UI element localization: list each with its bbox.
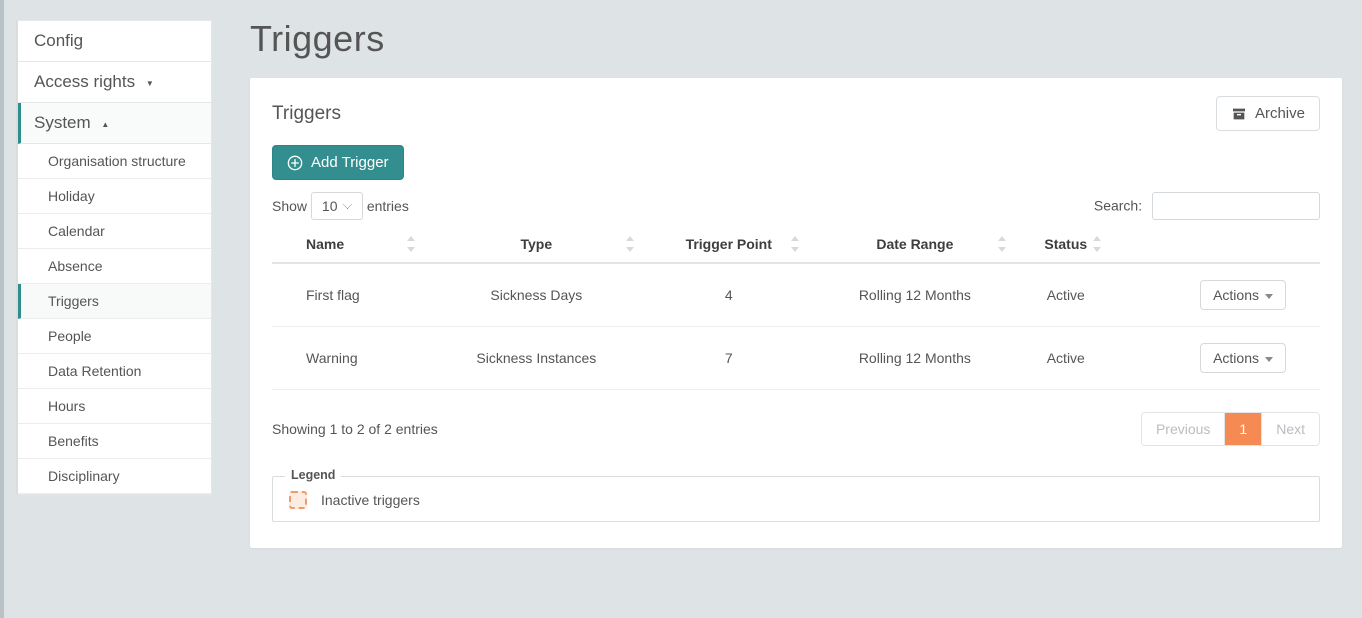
- cell-type: Sickness Days: [427, 263, 646, 327]
- chevron-down-icon: ▼: [146, 79, 154, 88]
- sidebar-label: Access rights: [34, 72, 135, 91]
- col-type[interactable]: Type: [427, 226, 646, 263]
- row-actions-button[interactable]: Actions: [1200, 343, 1286, 373]
- table-row: Warning Sickness Instances 7 Rolling 12 …: [272, 327, 1320, 390]
- table-footer: Showing 1 to 2 of 2 entries Previous 1 N…: [272, 412, 1320, 446]
- sidebar-item-config[interactable]: Config: [18, 21, 211, 62]
- sort-icon: [626, 236, 636, 252]
- cell-trigger-point: 4: [646, 263, 811, 327]
- chevron-up-icon: ▲: [101, 120, 109, 129]
- pager-next[interactable]: Next: [1261, 413, 1319, 445]
- triggers-table: Name Type Trigger Point Date Range Statu…: [272, 226, 1320, 390]
- sidebar-sub-label: Calendar: [48, 223, 105, 239]
- search-input[interactable]: [1152, 192, 1320, 220]
- sidebar-sub-calendar[interactable]: Calendar: [18, 214, 211, 249]
- col-name[interactable]: Name: [272, 226, 427, 263]
- legend-box: Legend Inactive triggers: [272, 476, 1320, 522]
- card-title: Triggers: [272, 103, 341, 125]
- main-content: Triggers Triggers Archive Add Trigger Sh…: [250, 8, 1362, 548]
- cell-trigger-point: 7: [646, 327, 811, 390]
- add-trigger-label: Add Trigger: [311, 154, 389, 171]
- length-control: Show 10 entries: [272, 192, 409, 220]
- page-title: Triggers: [250, 18, 1342, 60]
- show-label: Show: [272, 198, 307, 214]
- col-label: Date Range: [876, 236, 953, 252]
- col-label: Status: [1044, 236, 1087, 252]
- col-label: Trigger Point: [686, 236, 772, 252]
- col-status[interactable]: Status: [1018, 226, 1113, 263]
- sidebar-sub-people[interactable]: People: [18, 319, 211, 354]
- sidebar-sub-hours[interactable]: Hours: [18, 389, 211, 424]
- sidebar-sub-benefits[interactable]: Benefits: [18, 424, 211, 459]
- sidebar-sub-label: People: [48, 328, 92, 344]
- cell-name: Warning: [272, 327, 427, 390]
- sidebar-sub-label: Data Retention: [48, 363, 141, 379]
- sidebar-sub-label: Benefits: [48, 433, 99, 449]
- col-label: Name: [306, 236, 344, 252]
- sidebar-item-system[interactable]: System ▲: [18, 103, 211, 144]
- cell-date-range: Rolling 12 Months: [811, 327, 1018, 390]
- search-label: Search:: [1094, 198, 1142, 214]
- legend-inactive-label: Inactive triggers: [321, 492, 420, 508]
- col-date-range[interactable]: Date Range: [811, 226, 1018, 263]
- sidebar: Config Access rights ▼ System ▲ Organisa…: [16, 20, 212, 495]
- sidebar-sub-holiday[interactable]: Holiday: [18, 179, 211, 214]
- triggers-card: Triggers Archive Add Trigger Show 10: [250, 78, 1342, 548]
- entries-label: entries: [367, 198, 409, 214]
- inactive-swatch-icon: [289, 491, 307, 509]
- plus-circle-icon: [287, 155, 303, 171]
- col-actions: [1113, 226, 1320, 263]
- sort-icon: [998, 236, 1008, 252]
- card-toolbar: Add Trigger: [272, 145, 1320, 180]
- archive-button[interactable]: Archive: [1216, 96, 1320, 131]
- cell-status: Active: [1018, 327, 1113, 390]
- sidebar-sub-label: Holiday: [48, 188, 95, 204]
- sidebar-sub-organisation-structure[interactable]: Organisation structure: [18, 144, 211, 179]
- actions-label: Actions: [1213, 350, 1259, 366]
- cell-date-range: Rolling 12 Months: [811, 263, 1018, 327]
- archive-icon: [1231, 106, 1247, 122]
- archive-label: Archive: [1255, 105, 1305, 122]
- pagination: Previous 1 Next: [1141, 412, 1320, 446]
- row-actions-button[interactable]: Actions: [1200, 280, 1286, 310]
- legend-title: Legend: [285, 468, 341, 482]
- sidebar-sub-label: Organisation structure: [48, 153, 186, 169]
- sidebar-sub-data-retention[interactable]: Data Retention: [18, 354, 211, 389]
- cell-type: Sickness Instances: [427, 327, 646, 390]
- sidebar-sub-triggers[interactable]: Triggers: [18, 284, 211, 319]
- sidebar-sub-disciplinary[interactable]: Disciplinary: [18, 459, 211, 494]
- actions-label: Actions: [1213, 287, 1259, 303]
- sort-icon: [1093, 236, 1103, 252]
- table-row: First flag Sickness Days 4 Rolling 12 Mo…: [272, 263, 1320, 327]
- sidebar-label: Config: [34, 31, 83, 50]
- sidebar-sub-label: Disciplinary: [48, 468, 120, 484]
- cell-name: First flag: [272, 263, 427, 327]
- table-controls: Show 10 entries Search:: [272, 192, 1320, 220]
- sidebar-sub-label: Triggers: [48, 293, 99, 309]
- search-control: Search:: [1094, 192, 1320, 220]
- table-info: Showing 1 to 2 of 2 entries: [272, 421, 438, 437]
- sidebar-sub-label: Hours: [48, 398, 85, 414]
- sidebar-label: System: [34, 113, 91, 132]
- pager-page-1[interactable]: 1: [1224, 413, 1261, 445]
- sort-icon: [407, 236, 417, 252]
- add-trigger-button[interactable]: Add Trigger: [272, 145, 404, 180]
- page-left-edge: [0, 0, 4, 618]
- sidebar-item-access-rights[interactable]: Access rights ▼: [18, 62, 211, 103]
- col-trigger-point[interactable]: Trigger Point: [646, 226, 811, 263]
- pager-previous[interactable]: Previous: [1142, 413, 1224, 445]
- card-header: Triggers Archive: [272, 96, 1320, 131]
- table-head: Name Type Trigger Point Date Range Statu…: [272, 226, 1320, 263]
- sidebar-sub-label: Absence: [48, 258, 102, 274]
- sort-icon: [791, 236, 801, 252]
- cell-status: Active: [1018, 263, 1113, 327]
- page-length-select[interactable]: 10: [311, 192, 363, 220]
- col-label: Type: [521, 236, 553, 252]
- sidebar-sub-absence[interactable]: Absence: [18, 249, 211, 284]
